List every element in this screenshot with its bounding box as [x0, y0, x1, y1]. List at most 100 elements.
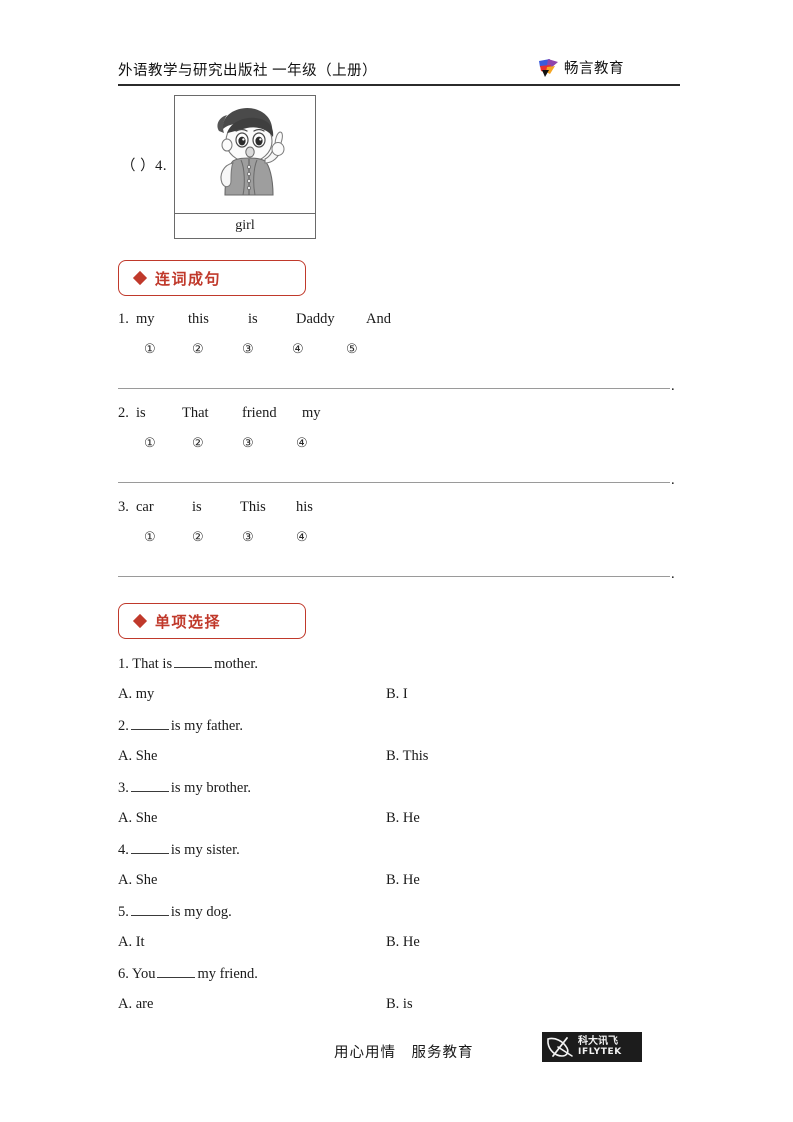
iflytek-wordmark: 科大讯飞 IFLYTEK [578, 1037, 622, 1057]
section-title-text: 连词成句 [155, 269, 222, 288]
word-token: my [302, 405, 321, 421]
stem-text-after: mother. [214, 656, 259, 672]
mc-option-a[interactable]: A. my [118, 686, 154, 703]
word-order-question-1: 1. my this is Daddy And ① ② ③ ④ ⑤ . [118, 311, 680, 396]
bird-logo-icon [538, 58, 560, 78]
mc-option-a[interactable]: A. She [118, 810, 157, 827]
stem-text-before: 2. [118, 718, 129, 734]
mc-option-a[interactable]: A. She [118, 748, 157, 765]
stem-text-before: 4. [118, 842, 129, 858]
stem-text-after: is my sister. [170, 842, 240, 858]
mc-option-b[interactable]: B. He [386, 810, 420, 827]
word-order-markers-row: ① ② ③ ④ [118, 435, 680, 457]
page-footer: 用心用情 服务教育 科大讯飞 IFLYTEK [118, 1032, 680, 1072]
section-heading-multiple-choice: 单项选择 [118, 603, 306, 639]
answer-writing-line[interactable]: . [118, 472, 680, 490]
mc-question-stem: 5. is my dog. [118, 903, 680, 934]
answer-bracket-marker[interactable]: （ ）4. [121, 154, 167, 175]
picture-caption: girl [175, 213, 315, 238]
circled-marker: ③ [242, 341, 254, 356]
mc-question-stem: 2. is my father. [118, 717, 680, 748]
writing-rule [118, 482, 670, 483]
circled-marker: ③ [242, 435, 254, 450]
circled-marker: ② [192, 529, 204, 544]
mc-option-a[interactable]: A. are [118, 996, 153, 1013]
word-order-markers-row: ① ② ③ ④ [118, 529, 680, 551]
mc-option-b[interactable]: B. This [386, 748, 428, 765]
end-punctuation: . [671, 378, 675, 394]
section-title-text: 单项选择 [155, 612, 222, 631]
answer-writing-line[interactable]: . [118, 566, 680, 584]
answer-writing-line[interactable]: . [118, 378, 680, 396]
question-number: 3. [118, 499, 129, 515]
picture-question-row: （ ）4. girl [118, 94, 680, 242]
iflytek-wordmark-cn: 科大讯飞 [578, 1036, 618, 1048]
stem-text-before: 1. That is [118, 656, 173, 672]
circled-marker: ④ [292, 341, 304, 356]
answer-blank[interactable] [130, 903, 169, 916]
mc-options-row: A. She B. He [118, 872, 680, 903]
iflytek-wordmark-en: IFLYTEK [578, 1046, 622, 1057]
mc-option-b[interactable]: B. I [386, 686, 408, 703]
stem-text-before: 3. [118, 780, 129, 796]
mc-option-a[interactable]: A. It [118, 934, 145, 951]
mc-options-row: A. It B. He [118, 934, 680, 965]
answer-blank[interactable] [130, 779, 169, 792]
word-order-words-row: 3. car is This his [118, 499, 680, 521]
stem-text-after: is my father. [170, 718, 243, 734]
picture-card: girl [174, 95, 316, 239]
publisher-line: 外语教学与研究出版社 一年级（上册） [118, 63, 378, 79]
brand-block: 畅言教育 [538, 57, 624, 78]
word-token: is [248, 311, 258, 327]
mc-option-b[interactable]: B. is [386, 996, 413, 1013]
diamond-bullet-icon [132, 270, 148, 286]
stem-text-after: my friend. [197, 966, 258, 982]
header-divider [118, 84, 680, 86]
word-order-words-row: 2. is That friend my [118, 405, 680, 427]
circled-marker: ① [144, 529, 156, 544]
mc-options-row: A. She B. This [118, 748, 680, 779]
mc-option-a[interactable]: A. She [118, 872, 157, 889]
word-token: his [296, 499, 313, 515]
cartoon-child-illustration [175, 96, 315, 213]
word-order-question-2: 2. is That friend my ① ② ③ ④ . [118, 405, 680, 490]
iflytek-logo-icon: 科大讯飞 IFLYTEK [542, 1032, 642, 1062]
mc-question-stem: 6. You my friend. [118, 965, 680, 996]
mc-options-row: A. are B. is [118, 996, 680, 1027]
brand-name: 畅言教育 [564, 61, 624, 77]
word-token: car [136, 499, 154, 515]
end-punctuation: . [671, 566, 675, 582]
footer-slogan: 用心用情 服务教育 [334, 1045, 474, 1061]
circled-marker: ④ [296, 435, 308, 450]
mc-question-stem: 4. is my sister. [118, 841, 680, 872]
word-order-words-row: 1. my this is Daddy And [118, 311, 680, 333]
mc-option-b[interactable]: B. He [386, 872, 420, 889]
circled-marker: ⑤ [346, 341, 358, 356]
writing-rule [118, 576, 670, 577]
worksheet-page: 外语教学与研究出版社 一年级（上册） 畅言教育 （ ）4. girl 连词成句 … [0, 0, 793, 1122]
multiple-choice-list: 1. That is mother. A. my B. I 2. is my fat… [118, 655, 680, 1027]
answer-blank[interactable] [130, 717, 169, 730]
page-header: 外语教学与研究出版社 一年级（上册） 畅言教育 [118, 55, 680, 87]
question-number: 1. [118, 311, 129, 327]
iflytek-mark-icon [545, 1035, 575, 1059]
circled-marker: ① [144, 341, 156, 356]
word-token: is [136, 405, 146, 421]
answer-blank[interactable] [130, 841, 169, 854]
mc-option-b[interactable]: B. He [386, 934, 420, 951]
diamond-bullet-icon [132, 613, 148, 629]
answer-blank[interactable] [157, 965, 196, 978]
word-order-question-3: 3. car is This his ① ② ③ ④ . [118, 499, 680, 584]
stem-text-after: is my dog. [170, 904, 232, 920]
stem-text-after: is my brother. [170, 780, 252, 796]
mc-question-stem: 3. is my brother. [118, 779, 680, 810]
circled-marker: ③ [242, 529, 254, 544]
writing-rule [118, 388, 670, 389]
answer-blank[interactable] [174, 655, 213, 668]
word-token: Daddy [296, 311, 335, 327]
section-heading-word-order: 连词成句 [118, 260, 306, 296]
word-order-markers-row: ① ② ③ ④ ⑤ [118, 341, 680, 363]
word-token: This [240, 499, 266, 515]
word-token: is [192, 499, 202, 515]
mc-options-row: A. She B. He [118, 810, 680, 841]
